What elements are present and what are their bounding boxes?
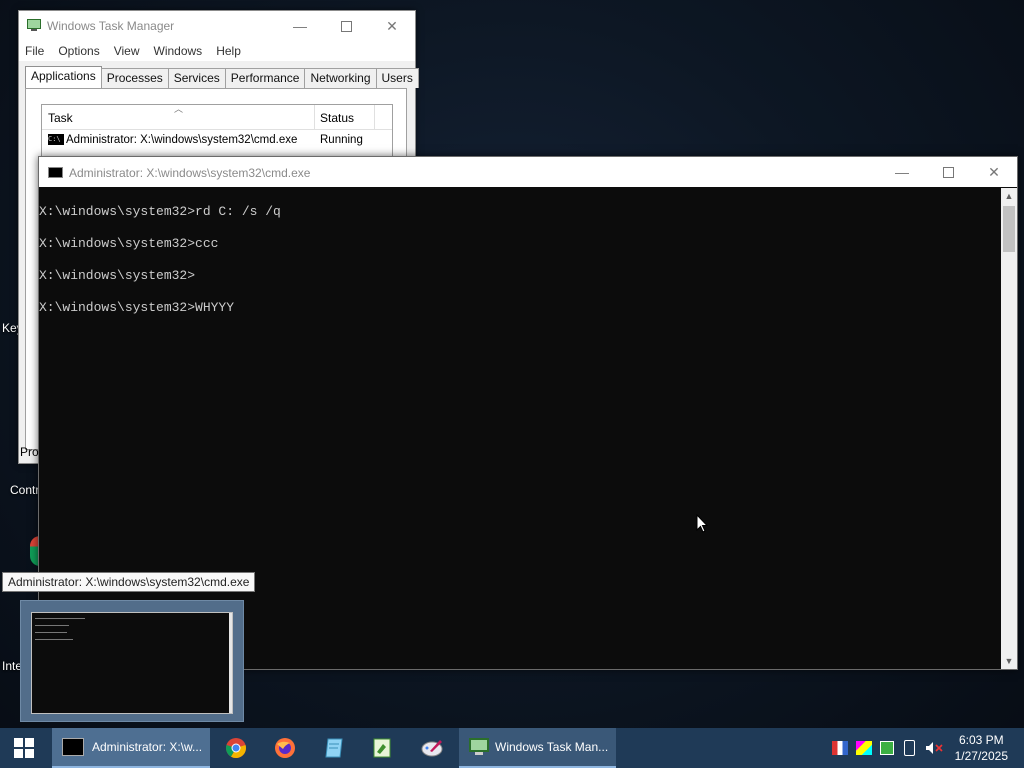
tab-services[interactable]: Services: [167, 68, 226, 88]
mouse-cursor-icon: [696, 514, 708, 533]
column-header-task[interactable]: Task: [48, 111, 73, 125]
taskbar-chrome[interactable]: [213, 728, 259, 768]
console-line: X:\windows\system32>WHYYY: [39, 300, 235, 315]
color-tool-icon[interactable]: [856, 741, 872, 755]
taskbar-paint[interactable]: [409, 728, 455, 768]
task-list-header: ︿ Task Status: [42, 104, 392, 130]
menu-file[interactable]: File: [25, 44, 44, 58]
task-manager-app-icon: [27, 19, 41, 31]
tab-performance[interactable]: Performance: [224, 68, 306, 88]
paint-icon: [421, 740, 443, 757]
task-manager-icon: [469, 738, 489, 755]
taskbar-firefox[interactable]: [262, 728, 308, 768]
system-tray: [832, 728, 943, 768]
close-button[interactable]: ✕: [369, 11, 415, 41]
column-divider[interactable]: [374, 105, 375, 129]
column-divider[interactable]: [314, 105, 315, 129]
sort-up-icon: ︿: [174, 104, 184, 114]
console-line: X:\windows\system32>ccc: [39, 236, 219, 251]
firefox-icon: [275, 738, 295, 758]
speaker-muted-icon[interactable]: [925, 741, 943, 755]
taskbar-tooltip: Administrator: X:\windows\system32\cmd.e…: [2, 572, 256, 592]
desktop-label-contr[interactable]: Contr: [10, 483, 39, 497]
taskbar-notepad[interactable]: [311, 728, 357, 768]
scroll-thumb[interactable]: [1003, 206, 1015, 252]
taskbar-task-manager-label: Windows Task Man...: [495, 740, 609, 754]
menu-help[interactable]: Help: [216, 44, 241, 58]
table-row[interactable]: C:\ Administrator: X:\windows\system32\c…: [42, 130, 392, 150]
menu-view[interactable]: View: [114, 44, 140, 58]
cmd-title: Administrator: X:\windows\system32\cmd.e…: [69, 166, 311, 180]
clock-date: 1/27/2025: [954, 749, 1008, 763]
scroll-down-icon[interactable]: ▼: [1001, 653, 1017, 669]
minimize-icon: —: [895, 164, 909, 180]
taskbar-task-manager-button[interactable]: Windows Task Man...: [459, 728, 616, 768]
taskbar-cmd-label: Administrator: X:\w...: [92, 740, 203, 754]
cmd-thumbnail-preview[interactable]: [20, 600, 244, 722]
notepad-icon: [325, 738, 343, 758]
cmd-window[interactable]: Administrator: X:\windows\system32\cmd.e…: [38, 156, 1018, 670]
console-output[interactable]: X:\windows\system32>rd C: /s /q X:\windo…: [39, 188, 1001, 669]
tab-users[interactable]: Users: [375, 68, 419, 88]
tab-processes[interactable]: Processes: [100, 68, 169, 88]
maximize-button[interactable]: [323, 11, 369, 41]
taskbar-cmd-button[interactable]: Administrator: X:\w...: [52, 728, 210, 768]
maximize-icon: [340, 20, 352, 32]
cmd-icon: C:\: [48, 134, 64, 145]
task-manager-menubar: File Options View Windows Help: [19, 41, 415, 61]
menu-windows[interactable]: Windows: [154, 44, 203, 58]
clock-time: 6:03 PM: [958, 733, 1004, 747]
close-icon: ✕: [386, 17, 398, 34]
green-app-icon[interactable]: [880, 741, 894, 755]
tab-applications[interactable]: Applications: [25, 66, 102, 88]
task-list[interactable]: ︿ Task Status C:\ Administrator: X:\wind…: [41, 104, 393, 158]
close-button[interactable]: ✕: [971, 157, 1017, 187]
keyboard-layout-icon[interactable]: [832, 741, 848, 755]
console-line: X:\windows\system32>: [39, 268, 196, 283]
editor-icon: [373, 738, 391, 758]
start-button[interactable]: [0, 728, 48, 768]
chrome-icon: [226, 738, 246, 759]
taskbar: Administrator: X:\w... Windows Task Man.…: [0, 728, 1024, 768]
cmd-icon: [62, 738, 84, 756]
usb-icon[interactable]: [904, 740, 915, 756]
close-icon: ✕: [988, 163, 1000, 180]
scroll-up-icon[interactable]: ▲: [1001, 188, 1017, 204]
task-manager-title: Windows Task Manager: [47, 19, 175, 33]
column-header-status[interactable]: Status: [320, 111, 354, 125]
minimize-button[interactable]: —: [879, 157, 925, 187]
minimize-button[interactable]: —: [277, 11, 323, 41]
menu-options[interactable]: Options: [58, 44, 99, 58]
vertical-scrollbar[interactable]: ▲ ▼: [1001, 188, 1017, 669]
cmd-titlebar[interactable]: Administrator: X:\windows\system32\cmd.e…: [39, 157, 1017, 187]
system-clock[interactable]: 6:03 PM 1/27/2025: [955, 732, 1008, 764]
task-manager-tabs: Applications Processes Services Performa…: [25, 66, 419, 88]
taskbar-editor[interactable]: [359, 728, 405, 768]
task-name: Administrator: X:\windows\system32\cmd.e…: [66, 134, 298, 146]
task-status: Running: [320, 134, 363, 146]
thumbnail-image: [31, 612, 233, 714]
desktop-label-inte[interactable]: Inte: [2, 659, 22, 673]
cmd-icon: [48, 167, 63, 178]
task-manager-titlebar[interactable]: Windows Task Manager — ✕: [19, 11, 415, 41]
maximize-button[interactable]: [925, 157, 971, 187]
desktop-label-pro[interactable]: Pro: [20, 445, 39, 459]
maximize-icon: [942, 166, 954, 178]
windows-logo-icon: [14, 738, 34, 758]
tab-networking[interactable]: Networking: [304, 68, 377, 88]
console-line: X:\windows\system32>rd C: /s /q: [39, 204, 281, 219]
minimize-icon: —: [293, 18, 307, 34]
